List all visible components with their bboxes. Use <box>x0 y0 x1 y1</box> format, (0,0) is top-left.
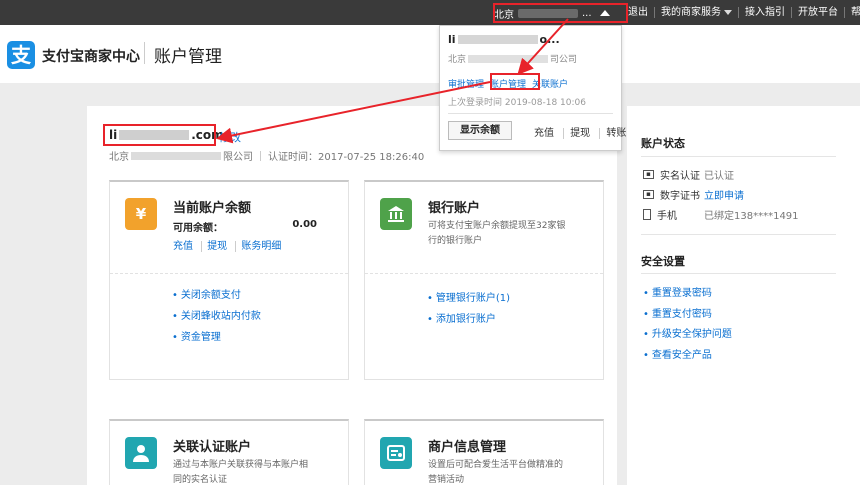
annotation-arrows <box>216 18 569 144</box>
arrow-to-account-name <box>216 81 491 144</box>
arrow-to-account-management <box>517 18 569 75</box>
